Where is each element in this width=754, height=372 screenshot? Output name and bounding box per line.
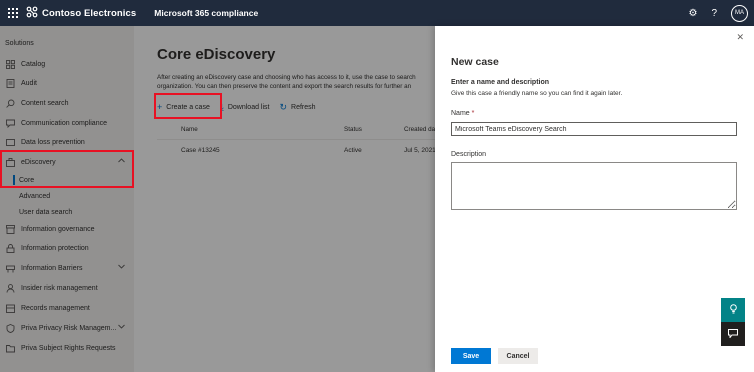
feedback-button[interactable] [721,298,745,322]
name-label-text: Name [451,110,470,117]
app-launcher-icon[interactable] [0,0,26,26]
cancel-button[interactable]: Cancel [498,348,538,364]
gear-icon[interactable]: ⚙ [688,8,697,19]
name-label: Name * [451,110,474,117]
highlight-ediscovery-core [0,150,134,188]
case-description-input[interactable] [451,162,737,210]
panel-title: New case [451,56,499,68]
lightbulb-icon [729,304,738,316]
highlight-create-case [154,93,222,119]
panel-hint: Give this case a friendly name so you ca… [451,90,623,97]
brand-name: Contoso Electronics [42,7,137,19]
case-name-input[interactable] [451,122,737,136]
panel-subtitle: Enter a name and description [451,79,550,86]
required-mark: * [471,110,475,117]
close-icon[interactable]: ✕ [736,32,744,43]
app-name[interactable]: Microsoft 365 compliance [154,8,258,18]
description-label: Description [451,151,487,158]
new-case-panel: ✕ New case Enter a name and description … [435,26,754,372]
modal-overlay[interactable] [0,26,435,372]
top-bar: Contoso Electronics Microsoft 365 compli… [0,0,754,26]
chat-bubble-icon [728,328,738,340]
brand[interactable]: Contoso Electronics [26,6,136,20]
help-icon[interactable]: ? [711,8,717,19]
save-button[interactable]: Save [451,348,491,364]
contoso-logo-icon [26,6,38,20]
chat-button[interactable] [721,322,745,346]
avatar[interactable]: MA [731,4,748,22]
